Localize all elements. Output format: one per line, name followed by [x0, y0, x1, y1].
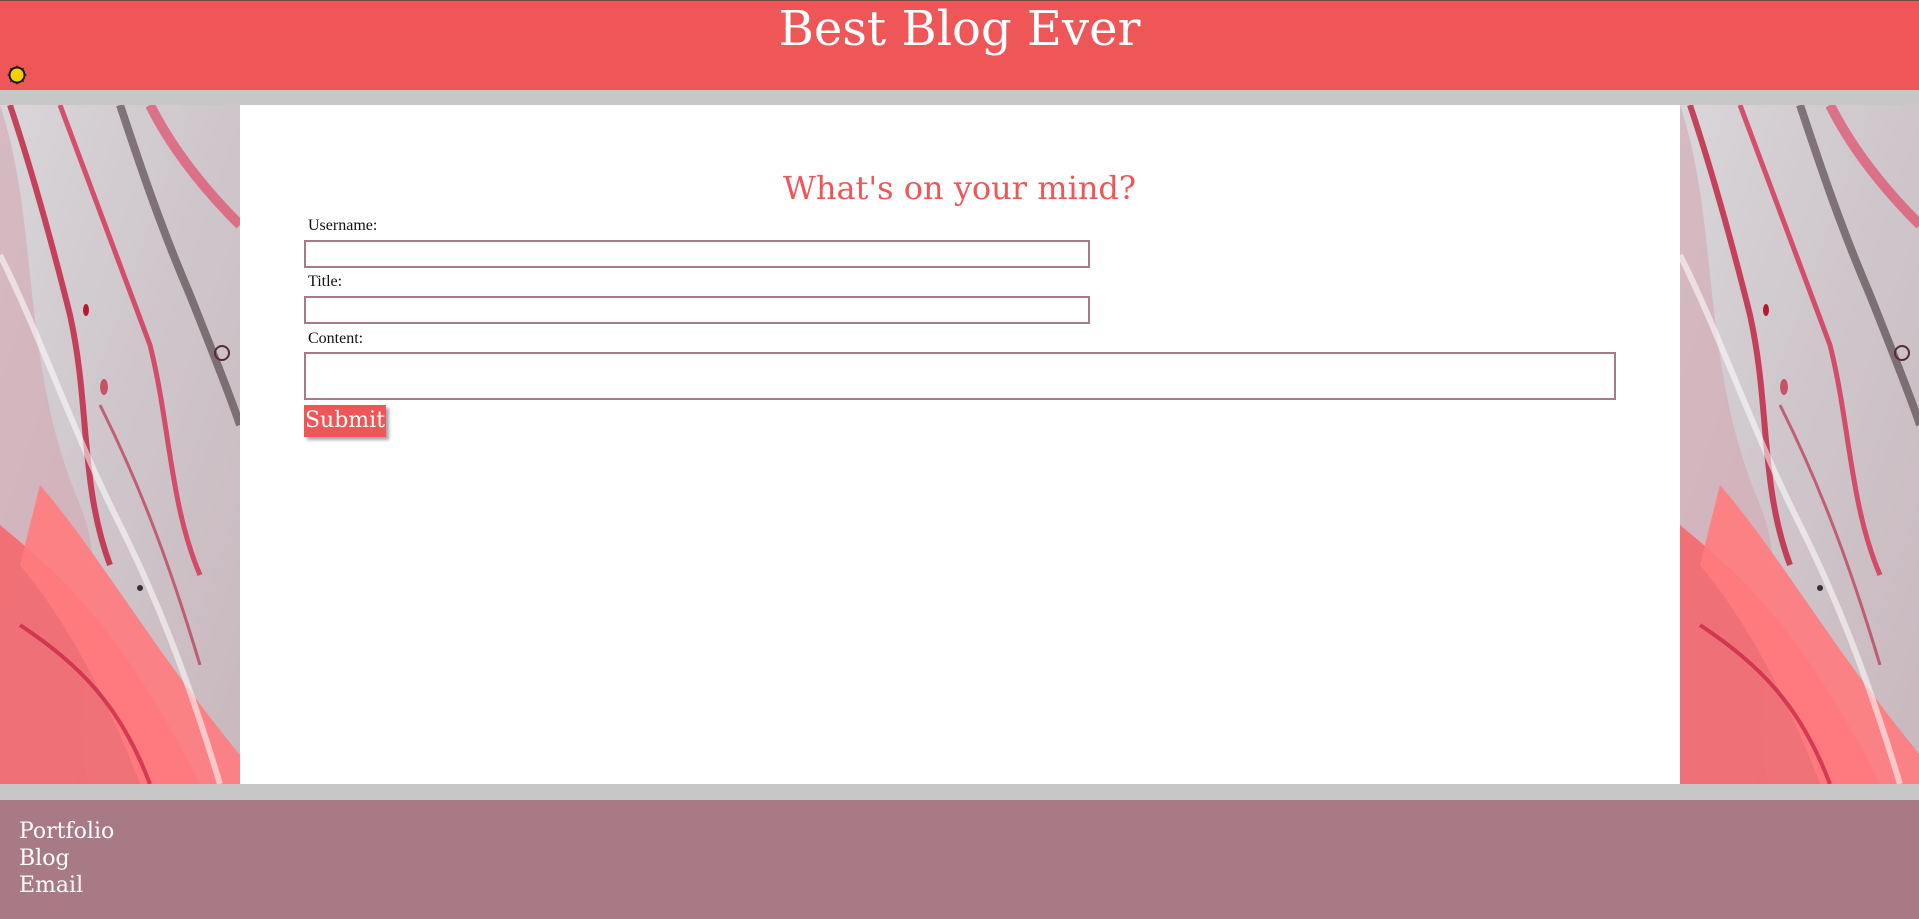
title-input[interactable] — [304, 296, 1090, 324]
footer-nav: Portfolio Blog Email — [19, 818, 114, 899]
submit-button[interactable]: Submit — [304, 405, 386, 437]
page: Best Blog Ever What's on your mind? User… — [0, 0, 1919, 919]
title-label: Title: — [308, 273, 343, 290]
sun-icon[interactable] — [7, 65, 27, 85]
username-input[interactable] — [304, 240, 1090, 268]
site-footer: Portfolio Blog Email — [0, 800, 1919, 919]
footer-link-blog[interactable]: Blog — [19, 845, 114, 872]
content-label: Content: — [308, 330, 364, 347]
site-header: Best Blog Ever — [0, 0, 1919, 90]
footer-link-email[interactable]: Email — [19, 872, 114, 899]
form-heading: What's on your mind? — [782, 169, 1137, 207]
username-label: Username: — [308, 217, 378, 234]
site-title: Best Blog Ever — [778, 1, 1141, 57]
content-textarea[interactable] — [304, 352, 1616, 400]
footer-link-portfolio[interactable]: Portfolio — [19, 818, 114, 845]
